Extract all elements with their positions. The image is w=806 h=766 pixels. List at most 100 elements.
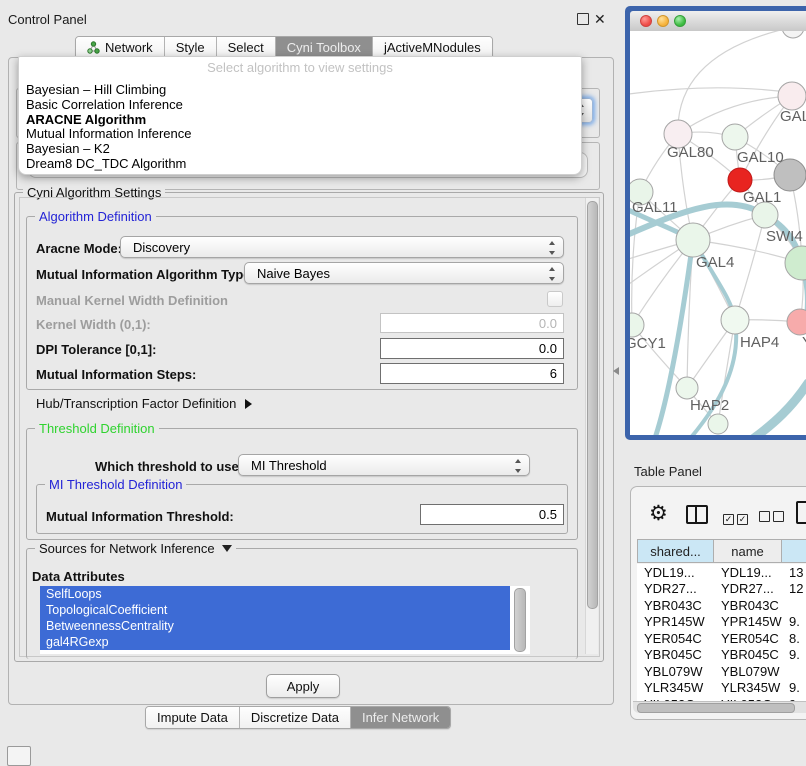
table-row[interactable]: YBR043CYBR043C (637, 597, 806, 614)
table-body: YDL19...YDL19...13YDR27...YDR27...12YBR0… (637, 564, 806, 701)
attribute-item[interactable]: BetweennessCentrality (40, 618, 510, 634)
table-cell: YBR045C (637, 647, 714, 662)
mi-threshold-field[interactable]: 0.5 (420, 504, 564, 525)
mi-type-label: Mutual Information Algorithm Type: (36, 267, 255, 282)
apply-button[interactable]: Apply (266, 674, 340, 698)
algorithm-option[interactable]: Dream8 DC_TDC Algorithm (19, 157, 581, 172)
zoom-window-icon[interactable] (674, 15, 686, 27)
table-row[interactable]: YDL19...YDL19...13 (637, 564, 806, 581)
minimized-panel-icon[interactable] (7, 746, 31, 766)
tab-select[interactable]: Select (217, 37, 276, 58)
table-row[interactable]: YLR345WYLR345W9. (637, 680, 806, 697)
table-settings-gear-icon[interactable]: ⚙ (649, 503, 668, 524)
network-node[interactable] (785, 246, 806, 280)
table-cell: YDL19... (637, 565, 714, 580)
algorithm-option[interactable]: Bayesian – Hill Climbing (19, 83, 581, 98)
tab-infer-network[interactable]: Infer Network (351, 707, 450, 728)
dpi-tolerance-field[interactable]: 0.0 (380, 338, 564, 359)
aracne-mode-combo[interactable]: Discovery (120, 236, 564, 258)
network-node[interactable] (722, 124, 748, 150)
table-cell: YLR345W (714, 680, 782, 695)
table-cell: 9. (782, 647, 806, 662)
tab-label: Infer Network (362, 707, 439, 728)
tab-discretize-data[interactable]: Discretize Data (240, 707, 351, 728)
close-window-icon[interactable] (640, 15, 652, 27)
manual-kernel-label: Manual Kernel Width Definition (36, 293, 228, 308)
data-attributes-list: SelfLoopsTopologicalCoefficientBetweenne… (40, 586, 530, 654)
mi-type-combo[interactable]: Naive Bayes (244, 262, 564, 284)
table-cell: 13 (782, 565, 806, 580)
network-node[interactable] (676, 377, 698, 399)
table-cell: 12 (782, 581, 806, 596)
tab-label: Network (105, 37, 153, 58)
hub-definition-expander[interactable]: Hub/Transcription Factor Definition (36, 396, 252, 411)
table-hscrollbar-thumb[interactable] (637, 703, 795, 713)
collapse-down-icon[interactable] (222, 545, 232, 552)
network-canvas[interactable]: GALGAL80GAL10GAL1GAL11SWI4GAL4GCY1HAP4YH… (630, 31, 806, 435)
attribute-item[interactable]: TopologicalCoefficient (40, 602, 510, 618)
application-root: Control Panel ✕ Network Style Select Cyni T… (0, 0, 806, 762)
tab-style[interactable]: Style (165, 37, 217, 58)
float-window-icon[interactable] (577, 13, 589, 25)
tab-label: Select (228, 37, 264, 58)
deselect-all-columns-icon[interactable] (759, 509, 787, 527)
mi-steps-field[interactable]: 6 (380, 363, 564, 384)
attribute-item[interactable]: SelfLoops (40, 586, 510, 602)
table-row[interactable]: YPR145WYPR145W9. (637, 614, 806, 631)
network-node[interactable] (721, 306, 749, 334)
table-row[interactable]: YDR27...YDR27...12 (637, 581, 806, 598)
column-header[interactable]: A (782, 539, 806, 563)
tab-jactivemnodules[interactable]: jActiveMNodules (373, 37, 492, 58)
network-node-label: GAL1 (743, 189, 781, 206)
attribute-item[interactable]: gal4RGexp (40, 634, 510, 650)
tab-network[interactable]: Network (76, 37, 165, 58)
table-cell: YER054C (637, 631, 714, 646)
settings-scrollbar-thumb[interactable] (587, 201, 598, 609)
algorithm-option[interactable]: ARACNE Algorithm (19, 113, 581, 128)
tab-impute-data[interactable]: Impute Data (146, 707, 240, 728)
table-row[interactable]: YBR045CYBR045C9. (637, 647, 806, 664)
settings-scrollbar[interactable] (585, 198, 598, 654)
network-view-window[interactable]: GALGAL80GAL10GAL1GAL11SWI4GAL4GCY1HAP4YH… (625, 6, 806, 440)
network-node[interactable] (708, 414, 728, 434)
column-header[interactable]: shared... (637, 539, 714, 563)
network-node[interactable] (778, 82, 806, 110)
network-node-label: GAL10 (737, 149, 784, 166)
kernel-width-value: 0.0 (539, 316, 557, 331)
table-hscrollbar[interactable] (633, 701, 806, 713)
network-window-titlebar[interactable] (630, 11, 806, 32)
algorithm-popup: Select algorithm to view settings Bayesi… (18, 56, 582, 175)
minimize-window-icon[interactable] (657, 15, 669, 27)
which-threshold-value: MI Threshold (251, 458, 327, 473)
table-panel-window: ⚙ ✓✓ shared...nameA YDL19...YDL19...13YD… (630, 486, 806, 720)
network-node[interactable] (787, 309, 806, 335)
table-columns-icon[interactable] (686, 505, 708, 524)
algorithm-option[interactable]: Basic Correlation Inference (19, 98, 581, 113)
network-node-label: GAL80 (667, 144, 714, 161)
control-panel-title: Control Panel (8, 12, 87, 27)
splitter-collapse-icon[interactable] (613, 367, 619, 375)
tab-cyni-toolbox[interactable]: Cyni Toolbox (276, 37, 373, 58)
which-threshold-combo[interactable]: MI Threshold (238, 454, 530, 476)
close-panel-icon[interactable]: ✕ (594, 13, 606, 25)
algorithm-definition-title: Algorithm Definition (35, 209, 156, 224)
algorithm-option[interactable]: Bayesian – K2 (19, 142, 581, 157)
mi-threshold-label: Mutual Information Threshold: (46, 509, 234, 524)
table-row[interactable]: YBL079WYBL079W (637, 663, 806, 680)
table-row[interactable]: YER054CYER054C8. (637, 630, 806, 647)
network-node[interactable] (630, 313, 644, 337)
table-panel-title: Table Panel (634, 464, 702, 479)
select-all-columns-icon[interactable]: ✓✓ (723, 509, 751, 527)
combo-stepper-icon (549, 267, 556, 281)
popup-hint: Select algorithm to view settings (19, 60, 581, 75)
column-header[interactable]: name (714, 539, 782, 563)
network-node[interactable] (676, 223, 710, 257)
network-edge (735, 215, 765, 320)
network-node-label: HAP2 (690, 397, 729, 414)
algorithm-option[interactable]: Mutual Information Inference (19, 127, 581, 142)
network-node-label: GAL (780, 108, 806, 125)
network-node[interactable] (782, 31, 804, 38)
attributes-scrollbar-thumb[interactable] (514, 588, 526, 652)
aracne-mode-label: Aracne Mode: (36, 241, 122, 256)
new-table-file-icon[interactable] (796, 501, 806, 524)
